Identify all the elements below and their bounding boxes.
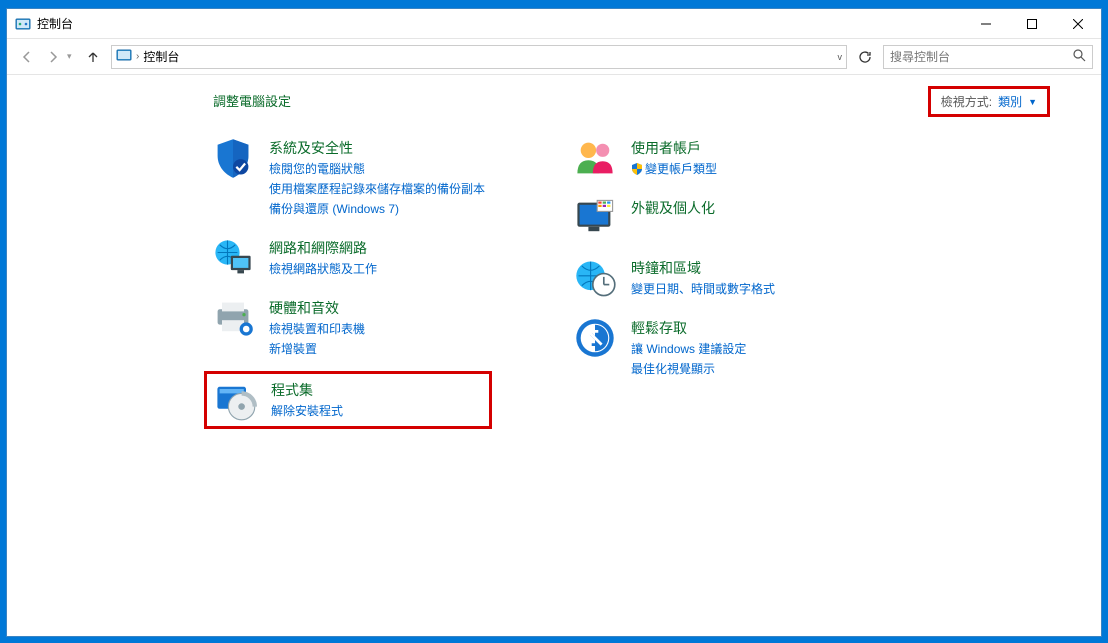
category-ease-of-access[interactable]: 輕鬆存取 讓 Windows 建議設定 最佳化視覺顯示: [569, 314, 779, 382]
category-link[interactable]: 使用檔案歷程記錄來儲存檔案的備份副本: [269, 180, 485, 198]
category-link[interactable]: 備份與還原 (Windows 7): [269, 200, 485, 218]
monitor-personalize-icon: [573, 198, 617, 238]
shield-icon: [211, 138, 255, 178]
maximize-button[interactable]: [1009, 9, 1055, 39]
view-by-value: 類別: [998, 93, 1022, 110]
category-link[interactable]: 解除安裝程式: [271, 402, 343, 420]
category-link[interactable]: 最佳化視覺顯示: [631, 360, 746, 378]
category-appearance[interactable]: 外觀及個人化: [569, 194, 779, 242]
category-hardware-sound[interactable]: 硬體和音效 檢視裝置和印表機 新增裝置: [207, 294, 489, 362]
category-title[interactable]: 硬體和音效: [269, 298, 365, 318]
category-link[interactable]: 檢閱您的電腦狀態: [269, 160, 485, 178]
nav-toolbar: ▾ › 控制台 v 搜尋控制台: [7, 39, 1101, 75]
window-title: 控制台: [37, 15, 73, 32]
category-link[interactable]: 變更帳戶類型: [631, 160, 717, 178]
category-link[interactable]: 讓 Windows 建議設定: [631, 340, 746, 358]
users-icon: [573, 138, 617, 178]
category-user-accounts[interactable]: 使用者帳戶 變更帳戶類型: [569, 134, 779, 182]
category-title[interactable]: 系統及安全性: [269, 138, 485, 158]
content-area: 調整電腦設定 檢視方式: 類別 ▼ 系統及安全性 檢閱您的電腦狀態 使用檔案歷程…: [7, 75, 1101, 636]
left-column: 系統及安全性 檢閱您的電腦狀態 使用檔案歷程記錄來儲存檔案的備份副本 備份與還原…: [207, 134, 489, 426]
category-link[interactable]: 檢視裝置和印表機: [269, 320, 365, 338]
control-panel-icon: [15, 16, 31, 32]
address-bar[interactable]: › 控制台 v: [111, 45, 847, 69]
category-title[interactable]: 輕鬆存取: [631, 318, 746, 338]
titlebar: 控制台: [7, 9, 1101, 39]
ease-of-access-icon: [573, 318, 617, 358]
refresh-button[interactable]: [853, 45, 877, 69]
category-clock-region[interactable]: 時鐘和區域 變更日期、時間或數字格式: [569, 254, 779, 302]
history-dropdown[interactable]: ▾: [67, 51, 79, 62]
search-placeholder: 搜尋控制台: [890, 48, 950, 65]
clock-globe-icon: [573, 258, 617, 298]
control-panel-window: 控制台 ▾ › 控制台 v 搜尋控制台 調整電腦設定 檢視方式: 類別 ▼: [6, 8, 1102, 637]
right-column: 使用者帳戶 變更帳戶類型 外觀及個人化 時鐘和區域 變更日期、時間或數字格式: [569, 134, 779, 426]
category-title[interactable]: 使用者帳戶: [631, 138, 717, 158]
breadcrumb-item[interactable]: 控制台: [143, 48, 179, 65]
chevron-down-icon: ▼: [1028, 97, 1037, 107]
up-button[interactable]: [81, 45, 105, 69]
category-link[interactable]: 新增裝置: [269, 340, 365, 358]
view-by-label: 檢視方式:: [941, 93, 992, 110]
globe-monitor-icon: [211, 238, 255, 278]
category-link[interactable]: 檢視網路狀態及工作: [269, 260, 377, 278]
category-system-security[interactable]: 系統及安全性 檢閱您的電腦狀態 使用檔案歷程記錄來儲存檔案的備份副本 備份與還原…: [207, 134, 489, 222]
back-button[interactable]: [15, 45, 39, 69]
category-network[interactable]: 網路和網際網路 檢視網路狀態及工作: [207, 234, 489, 282]
search-icon: [1073, 49, 1086, 65]
category-link[interactable]: 變更日期、時間或數字格式: [631, 280, 775, 298]
search-input[interactable]: 搜尋控制台: [883, 45, 1093, 69]
category-title[interactable]: 時鐘和區域: [631, 258, 775, 278]
uac-shield-icon: [631, 163, 643, 175]
view-by-selector[interactable]: 檢視方式: 類別 ▼: [931, 89, 1047, 114]
category-title[interactable]: 外觀及個人化: [631, 198, 715, 218]
minimize-button[interactable]: [963, 9, 1009, 39]
forward-button[interactable]: [41, 45, 65, 69]
disc-icon: [213, 380, 257, 420]
category-title[interactable]: 網路和網際網路: [269, 238, 377, 258]
control-panel-icon: [116, 47, 132, 66]
category-title[interactable]: 程式集: [271, 380, 343, 400]
printer-icon: [211, 298, 255, 338]
close-button[interactable]: [1055, 9, 1101, 39]
category-programs[interactable]: 程式集 解除安裝程式: [207, 374, 489, 426]
breadcrumb-separator-icon: ›: [136, 51, 139, 62]
address-dropdown-icon[interactable]: v: [838, 52, 843, 62]
